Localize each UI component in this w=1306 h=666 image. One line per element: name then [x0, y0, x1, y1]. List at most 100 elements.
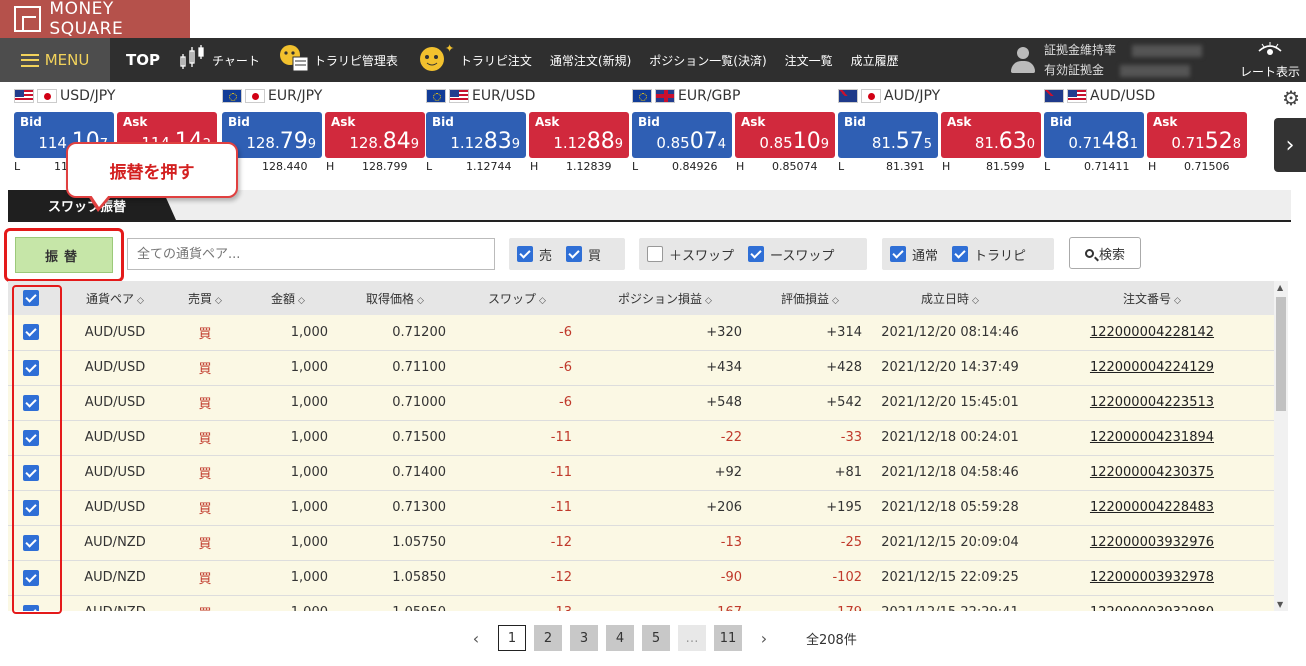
low-label: L	[426, 160, 433, 173]
menu-button[interactable]: MENU	[0, 38, 110, 82]
col-pair[interactable]: 通貨ペア ◇	[60, 281, 170, 315]
buy-checkbox[interactable]: 買	[566, 245, 601, 264]
table-row[interactable]: AUD/NZD 買 1,000 1.05850 -12 -90 -102 2021/12/15…	[8, 560, 1274, 596]
ask-button[interactable]: Ask 81.630	[941, 112, 1041, 158]
pair-filter-input[interactable]	[127, 238, 495, 270]
table-row[interactable]: AUD/NZD 買 1,000 1.05750 -12 -13 -25 2021/12/15 …	[8, 525, 1274, 561]
table-row[interactable]: AUD/NZD買1,0001.05950-13-167-1792021/12/1…	[8, 595, 1274, 611]
scroll-up-icon[interactable]: ▲	[1277, 283, 1283, 292]
bid-button[interactable]: Bid 0.85074	[632, 112, 732, 158]
row-select-cell[interactable]	[8, 455, 60, 491]
row-select-cell[interactable]	[8, 315, 60, 351]
row-checkbox[interactable]	[23, 534, 39, 551]
row-select-cell[interactable]	[8, 350, 60, 386]
cell-order-no[interactable]: 122000004228142	[1030, 315, 1274, 351]
rate-display-button[interactable]: レート表示	[1234, 41, 1306, 80]
cell-order-no[interactable]: 122000004223513	[1030, 385, 1274, 421]
bid-button[interactable]: Bid 1.12839	[426, 112, 526, 158]
account-summary[interactable]: 証拠金維持率 有効証拠金	[1044, 40, 1234, 80]
row-select-cell[interactable]	[8, 385, 60, 421]
nav-history[interactable]: 成立履歴	[851, 52, 899, 69]
cell-swap: -11	[454, 455, 580, 491]
select-all-header[interactable]	[8, 281, 60, 315]
low-value: 81.391	[886, 160, 925, 173]
row-checkbox[interactable]	[23, 394, 39, 411]
cell-order-no[interactable]: 122000003932980	[1030, 595, 1274, 611]
col-position-pl[interactable]: ポジション損益 ◇	[580, 281, 750, 315]
bid-button[interactable]: Bid 81.575	[838, 112, 938, 158]
row-select-cell[interactable]	[8, 490, 60, 526]
page-11[interactable]: 11	[714, 625, 742, 651]
scroll-thumb[interactable]	[1276, 297, 1286, 411]
table-row[interactable]: AUD/USD 買 1,000 0.71500 -11 -22 -33 2021/12/18 …	[8, 420, 1274, 456]
row-checkbox[interactable]	[23, 324, 39, 341]
row-checkbox[interactable]	[23, 604, 39, 611]
select-all-checkbox[interactable]	[23, 290, 39, 306]
minus-swap-checkbox[interactable]: ースワップ	[748, 245, 834, 264]
ask-button[interactable]: Ask 1.12889	[529, 112, 629, 158]
nav-top[interactable]: TOP	[126, 51, 160, 69]
table-scrollbar[interactable]: ▲ ▼	[1274, 281, 1288, 611]
row-checkbox[interactable]	[23, 569, 39, 586]
row-select-cell[interactable]	[8, 595, 60, 611]
table-row[interactable]: AUD/USD 買 1,000 0.71200 -6 +320 +314 2021/12/20…	[8, 315, 1274, 351]
col-datetime[interactable]: 成立日時 ◇	[870, 281, 1030, 315]
plus-swap-checkbox[interactable]: ＋スワップ	[647, 245, 734, 264]
row-select-cell[interactable]	[8, 420, 60, 456]
settings-icon[interactable]: ⚙	[1282, 86, 1300, 110]
table-row[interactable]: AUD/USD 買 1,000 0.71100 -6 +434 +428 2021/12/20…	[8, 350, 1274, 386]
col-swap[interactable]: スワップ ◇	[454, 281, 580, 315]
col-eval-pl[interactable]: 評価損益 ◇	[750, 281, 870, 315]
rate-card-eurjpy[interactable]: EUR/JPY Bid128.799 Ask128.849 L128.440H1…	[208, 82, 425, 176]
row-checkbox[interactable]	[23, 359, 39, 376]
next-page-icon[interactable]: ›	[750, 625, 778, 651]
scroll-down-icon[interactable]: ▼	[1277, 600, 1283, 609]
cell-order-no[interactable]: 122000003932978	[1030, 560, 1274, 596]
cell-order-no[interactable]: 122000004230375	[1030, 455, 1274, 491]
col-order-no[interactable]: 注文番号 ◇	[1030, 281, 1274, 315]
cell-order-no[interactable]: 122000004224129	[1030, 350, 1274, 386]
nav-chart[interactable]: チャート	[178, 45, 260, 75]
cell-order-no[interactable]: 122000004228483	[1030, 490, 1274, 526]
col-side[interactable]: 売買 ◇	[170, 281, 240, 315]
trap-checkbox[interactable]: トラリピ	[952, 245, 1026, 264]
bid-button[interactable]: Bid 0.71481	[1044, 112, 1144, 158]
ask-button[interactable]: Ask 0.71528	[1147, 112, 1247, 158]
transfer-button[interactable]: 振替	[15, 237, 113, 273]
nav-trap-order[interactable]: ✦ トラリピ注文	[416, 42, 532, 78]
prev-page-icon[interactable]: ‹	[462, 625, 490, 651]
page-1[interactable]: 1	[498, 625, 526, 651]
page-3[interactable]: 3	[570, 625, 598, 651]
rate-card-eurusd[interactable]: EUR/USD Bid 1.12839 Ask 1.12889 L 1.12744 H 1…	[412, 82, 629, 176]
logo[interactable]: MONEY SQUARE	[0, 0, 190, 39]
table-row[interactable]: AUD/USD 買 1,000 0.71300 -11 +206 +195 2021/12/1…	[8, 490, 1274, 526]
row-checkbox[interactable]	[23, 464, 39, 481]
chevron-right-icon[interactable]: ›	[1274, 118, 1306, 172]
ask-button[interactable]: Ask 128.849	[325, 112, 425, 158]
page-4[interactable]: 4	[606, 625, 634, 651]
row-select-cell[interactable]	[8, 525, 60, 561]
search-button[interactable]: 検索	[1069, 237, 1141, 269]
sell-checkbox[interactable]: 売	[517, 245, 552, 264]
rate-card-eurgbp[interactable]: EUR/GBP Bid 0.85074 Ask 0.85109 L 0.84926 H 0…	[618, 82, 835, 176]
nav-orders[interactable]: 注文一覧	[785, 52, 833, 69]
row-checkbox[interactable]	[23, 429, 39, 446]
nav-normal-order[interactable]: 通常注文(新規)	[550, 52, 631, 69]
rate-card-audjpy[interactable]: AUD/JPY Bid 81.575 Ask 81.630 L 81.391 H 81.5…	[824, 82, 1041, 176]
cell-order-no[interactable]: 122000004231894	[1030, 420, 1274, 456]
row-checkbox[interactable]	[23, 499, 39, 516]
page-2[interactable]: 2	[534, 625, 562, 651]
col-price[interactable]: 取得価格 ◇	[336, 281, 454, 315]
page-5[interactable]: 5	[642, 625, 670, 651]
normal-checkbox[interactable]: 通常	[890, 245, 938, 264]
ask-button[interactable]: Ask 0.85109	[735, 112, 835, 158]
rate-card-audusd[interactable]: AUD/USD Bid 0.71481 Ask 0.71528 L 0.71411 H 0…	[1030, 82, 1247, 176]
col-amount[interactable]: 金額 ◇	[240, 281, 336, 315]
table-row[interactable]: AUD/USD 買 1,000 0.71400 -11 +92 +81 2021/12/18 …	[8, 455, 1274, 491]
nav-trap-table[interactable]: トラリピ管理表	[278, 43, 398, 77]
positions-table: 通貨ペア ◇ 売買 ◇ 金額 ◇ 取得価格 ◇ スワップ ◇ ポジション損益 ◇ 評価損益 ◇…	[8, 281, 1274, 611]
row-select-cell[interactable]	[8, 560, 60, 596]
nav-positions[interactable]: ポジション一覧(決済)	[649, 52, 766, 69]
cell-order-no[interactable]: 122000003932976	[1030, 525, 1274, 561]
table-row[interactable]: AUD/USD 買 1,000 0.71000 -6 +548 +542 2021/12/20…	[8, 385, 1274, 421]
